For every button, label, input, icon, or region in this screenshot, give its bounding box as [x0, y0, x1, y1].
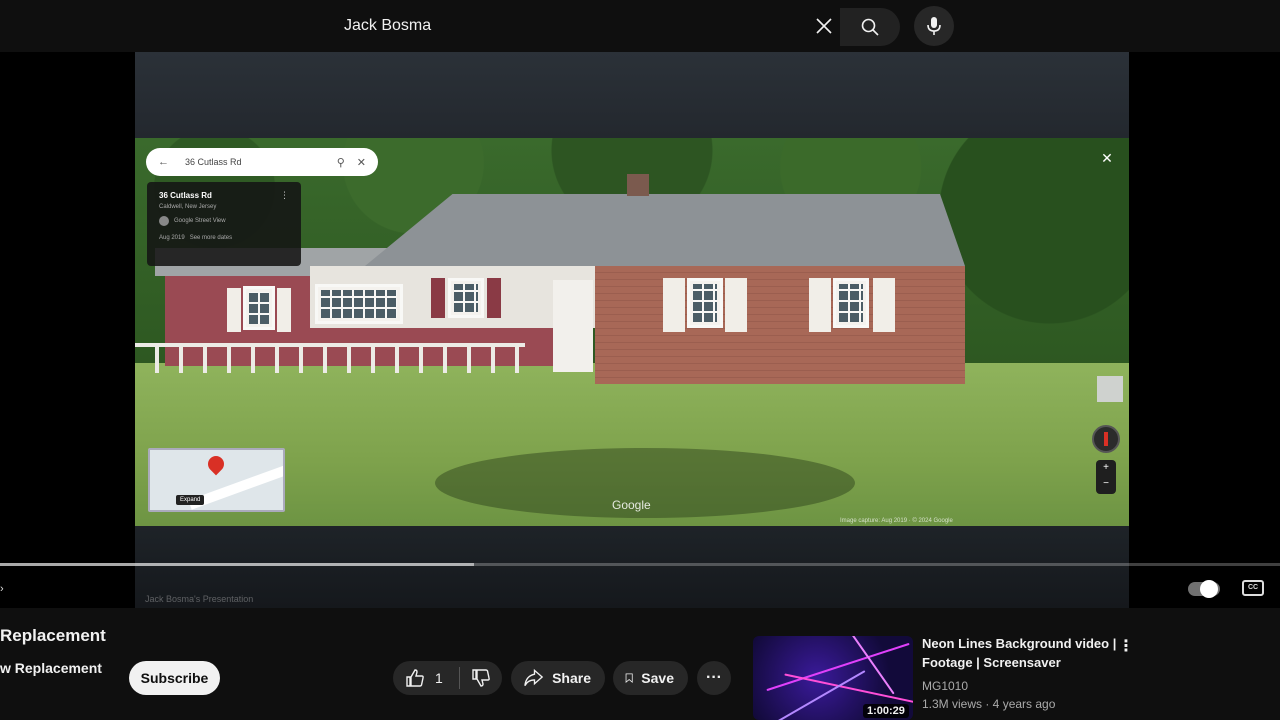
window-shutter: [487, 278, 501, 318]
map-attribution: Image capture: Aug 2019 · © 2024 Google: [840, 518, 953, 524]
video-watermark: Jack Bosma's Presentation: [145, 594, 254, 604]
minimap-expand-chip[interactable]: Expand: [176, 495, 205, 505]
thumbs-down-icon: [472, 669, 490, 687]
zoom-in-icon[interactable]: +: [1096, 460, 1116, 476]
search-icon: [861, 18, 879, 36]
share-icon: [524, 668, 544, 686]
more-vert-icon[interactable]: ⋮: [1116, 636, 1136, 658]
share-label: Share: [552, 670, 591, 686]
like-dislike-group: 1: [393, 661, 502, 695]
google-logo: Google: [612, 498, 651, 512]
neon-line: [760, 670, 866, 720]
source-avatar: [159, 216, 169, 226]
frame-top-band: [135, 52, 1129, 138]
time-display: ›: [0, 583, 4, 595]
maps-search-text: 36 Cutlass Rd: [185, 157, 242, 167]
street-view-scene: ← 36 Cutlass Rd ⚲ ✕ 36 Cutlass Rd Caldwe…: [135, 138, 1129, 526]
window-shutter: [431, 278, 445, 318]
neon-line: [841, 636, 895, 695]
close-icon[interactable]: ✕: [357, 156, 366, 169]
save-button[interactable]: Save: [613, 661, 688, 695]
window-shutter: [663, 278, 685, 332]
autoplay-toggle[interactable]: [1188, 580, 1220, 598]
like-button[interactable]: 1: [393, 661, 459, 695]
video-player[interactable]: ← 36 Cutlass Rd ⚲ ✕ 36 Cutlass Rd Caldwe…: [0, 52, 1280, 608]
compass-icon[interactable]: [1092, 425, 1120, 453]
zoom-control[interactable]: + −: [1096, 460, 1116, 494]
search-query[interactable]: Jack Bosma: [344, 17, 431, 35]
search-icon[interactable]: ⚲: [337, 156, 345, 169]
window-shutter: [227, 288, 241, 332]
share-button[interactable]: Share: [511, 661, 605, 695]
microphone-icon: [927, 17, 941, 35]
dislike-button[interactable]: [460, 661, 502, 695]
map-pin-icon: [204, 452, 228, 476]
bookmark-icon: [625, 673, 633, 683]
ac-unit: [1097, 376, 1123, 402]
subscribe-button[interactable]: Subscribe: [129, 661, 220, 695]
imagery-source: Google Street View: [174, 218, 226, 224]
place-info-card: 36 Cutlass Rd Caldwell, New Jersey Googl…: [147, 182, 301, 266]
video-frame: ← 36 Cutlass Rd ⚲ ✕ 36 Cutlass Rd Caldwe…: [135, 52, 1129, 608]
progress-bar[interactable]: [0, 563, 1280, 566]
window: [315, 284, 403, 324]
window: [243, 286, 275, 330]
channel-name[interactable]: w Replacement: [0, 660, 102, 676]
window: [833, 278, 869, 328]
recommended-channel[interactable]: MG1010: [922, 679, 968, 693]
frame-bottom-band: [135, 526, 1129, 608]
window-shutter: [725, 278, 747, 332]
zoom-out-icon[interactable]: −: [1096, 476, 1116, 492]
window-shutter: [873, 278, 895, 332]
place-title: 36 Cutlass Rd: [159, 191, 212, 200]
like-count: 1: [435, 670, 443, 686]
thumbs-up-icon: [406, 669, 424, 687]
recommended-title[interactable]: Neon Lines Background video | Footage | …: [922, 634, 1118, 672]
window-shutter: [809, 278, 831, 332]
top-bar: Jack Bosma: [0, 0, 1280, 52]
progress-fill: [0, 563, 474, 566]
recommended-meta: 1.3M views · 4 years ago: [922, 697, 1056, 711]
video-duration-badge: 1:00:29: [863, 704, 909, 718]
front-door: [553, 280, 593, 372]
close-icon: [816, 18, 832, 34]
clear-search-button[interactable]: [808, 10, 840, 42]
save-label: Save: [641, 670, 674, 686]
chimney: [627, 174, 649, 196]
window: [448, 278, 484, 318]
window: [687, 278, 723, 328]
window-shutter: [277, 288, 291, 332]
voice-search-button[interactable]: [914, 6, 954, 46]
porch-railing: [135, 343, 525, 373]
minimap[interactable]: Expand: [148, 448, 285, 512]
more-vert-icon[interactable]: ⋮: [280, 190, 289, 201]
capture-date: Aug 2019: [159, 235, 185, 241]
captions-icon[interactable]: CC: [1242, 580, 1264, 596]
back-arrow-icon[interactable]: ←: [158, 156, 169, 168]
search-button[interactable]: [840, 8, 900, 46]
close-icon[interactable]: ✕: [1097, 148, 1117, 168]
maps-search-box[interactable]: ← 36 Cutlass Rd ⚲ ✕: [146, 148, 378, 176]
place-region: Caldwell, New Jersey: [159, 204, 217, 210]
more-actions-button[interactable]: ···: [697, 661, 731, 695]
see-more-dates-link[interactable]: See more dates: [190, 235, 232, 241]
imagery-source-row: Google Street View: [159, 216, 289, 226]
video-title: Replacement: [0, 626, 106, 645]
brick-wall: [595, 266, 965, 384]
capture-date-row: Aug 2019 See more dates: [159, 235, 289, 241]
